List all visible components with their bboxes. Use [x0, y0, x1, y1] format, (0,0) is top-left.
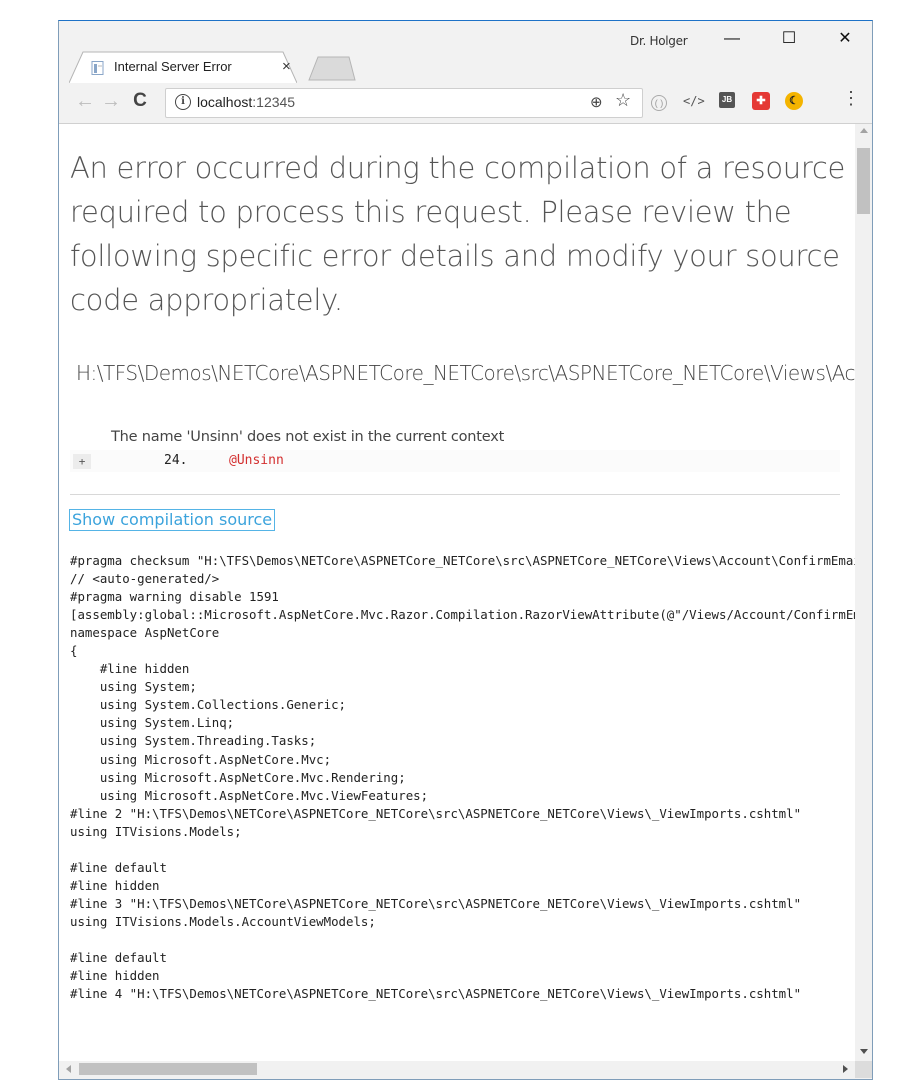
compilation-source-code: #pragma checksum "H:\TFS\Demos\NETCore\A… — [70, 553, 855, 1002]
reload-icon[interactable]: C — [128, 89, 152, 113]
scroll-up-arrow-icon[interactable] — [860, 128, 868, 133]
scroll-right-arrow-icon[interactable] — [843, 1065, 848, 1073]
horizontal-scroll-thumb[interactable] — [79, 1063, 257, 1075]
menu-dots-icon[interactable]: ⋮ — [842, 89, 860, 107]
vertical-scrollbar[interactable] — [855, 124, 872, 1061]
site-info-icon[interactable]: i — [175, 94, 191, 110]
horizontal-scrollbar[interactable] — [59, 1061, 855, 1078]
jetbrains-extension-icon[interactable]: JB — [719, 92, 735, 108]
back-arrow-icon[interactable]: ← — [73, 89, 97, 113]
forward-arrow-icon[interactable]: → — [99, 89, 123, 113]
profile-name[interactable]: Dr. Holger — [630, 34, 688, 48]
error-heading: An error occurred during the compilation… — [70, 151, 846, 317]
minimize-button[interactable]: — — [714, 27, 750, 51]
url-port: :12345 — [252, 94, 296, 110]
tab-internal-server-error[interactable]: Internal Server Error × — [69, 51, 297, 83]
scroll-left-arrow-icon[interactable] — [66, 1065, 71, 1073]
tab-close-icon[interactable]: × — [282, 58, 291, 75]
scrollbar-corner — [855, 1061, 872, 1078]
browser-toolbar: ← → C i localhost:12345 ⊕ ☆ ( ) </> JB ✚… — [59, 83, 872, 124]
error-file-path: H:\TFS\Demos\NETCore\ASPNETCore_NETCore\… — [76, 361, 855, 385]
zoom-icon[interactable]: ⊕ — [590, 93, 603, 111]
expand-source-button[interactable]: + — [73, 454, 91, 469]
url-text[interactable]: localhost:12345 — [197, 94, 295, 110]
maximize-button[interactable]: ☐ — [771, 27, 807, 51]
bookmark-star-icon[interactable]: ☆ — [615, 90, 631, 111]
page-favicon-icon — [91, 61, 105, 75]
moon-extension-icon[interactable]: ☾ — [785, 92, 803, 110]
page-viewport: An error occurred during the compilation… — [59, 124, 855, 1061]
show-compilation-source-link[interactable]: Show compilation source — [69, 509, 276, 531]
url-host: localhost — [197, 94, 253, 110]
line-number: 24. — [164, 453, 188, 468]
title-bar: Internal Server Error × Dr. Holger — ☐ ✕ — [59, 21, 872, 83]
new-tab-button[interactable] — [307, 55, 357, 81]
code-extension-icon[interactable]: </> — [683, 92, 705, 110]
error-line-code: @Unsinn — [229, 453, 284, 468]
scroll-down-arrow-icon[interactable] — [860, 1049, 868, 1054]
vertical-scroll-thumb[interactable] — [857, 148, 870, 214]
divider — [70, 494, 840, 495]
address-bar[interactable]: i localhost:12345 ⊕ ☆ — [165, 88, 643, 118]
red-extension-icon[interactable]: ✚ — [752, 92, 770, 110]
close-window-button[interactable]: ✕ — [827, 27, 863, 51]
error-source-line: + 24. @Unsinn — [70, 450, 840, 472]
browser-window: Internal Server Error × Dr. Holger — ☐ ✕… — [58, 20, 873, 1080]
circle-extension-icon[interactable]: ( ) — [651, 95, 667, 111]
tab-title: Internal Server Error — [114, 59, 232, 74]
error-message: The name 'Unsinn' does not exist in the … — [111, 429, 505, 445]
